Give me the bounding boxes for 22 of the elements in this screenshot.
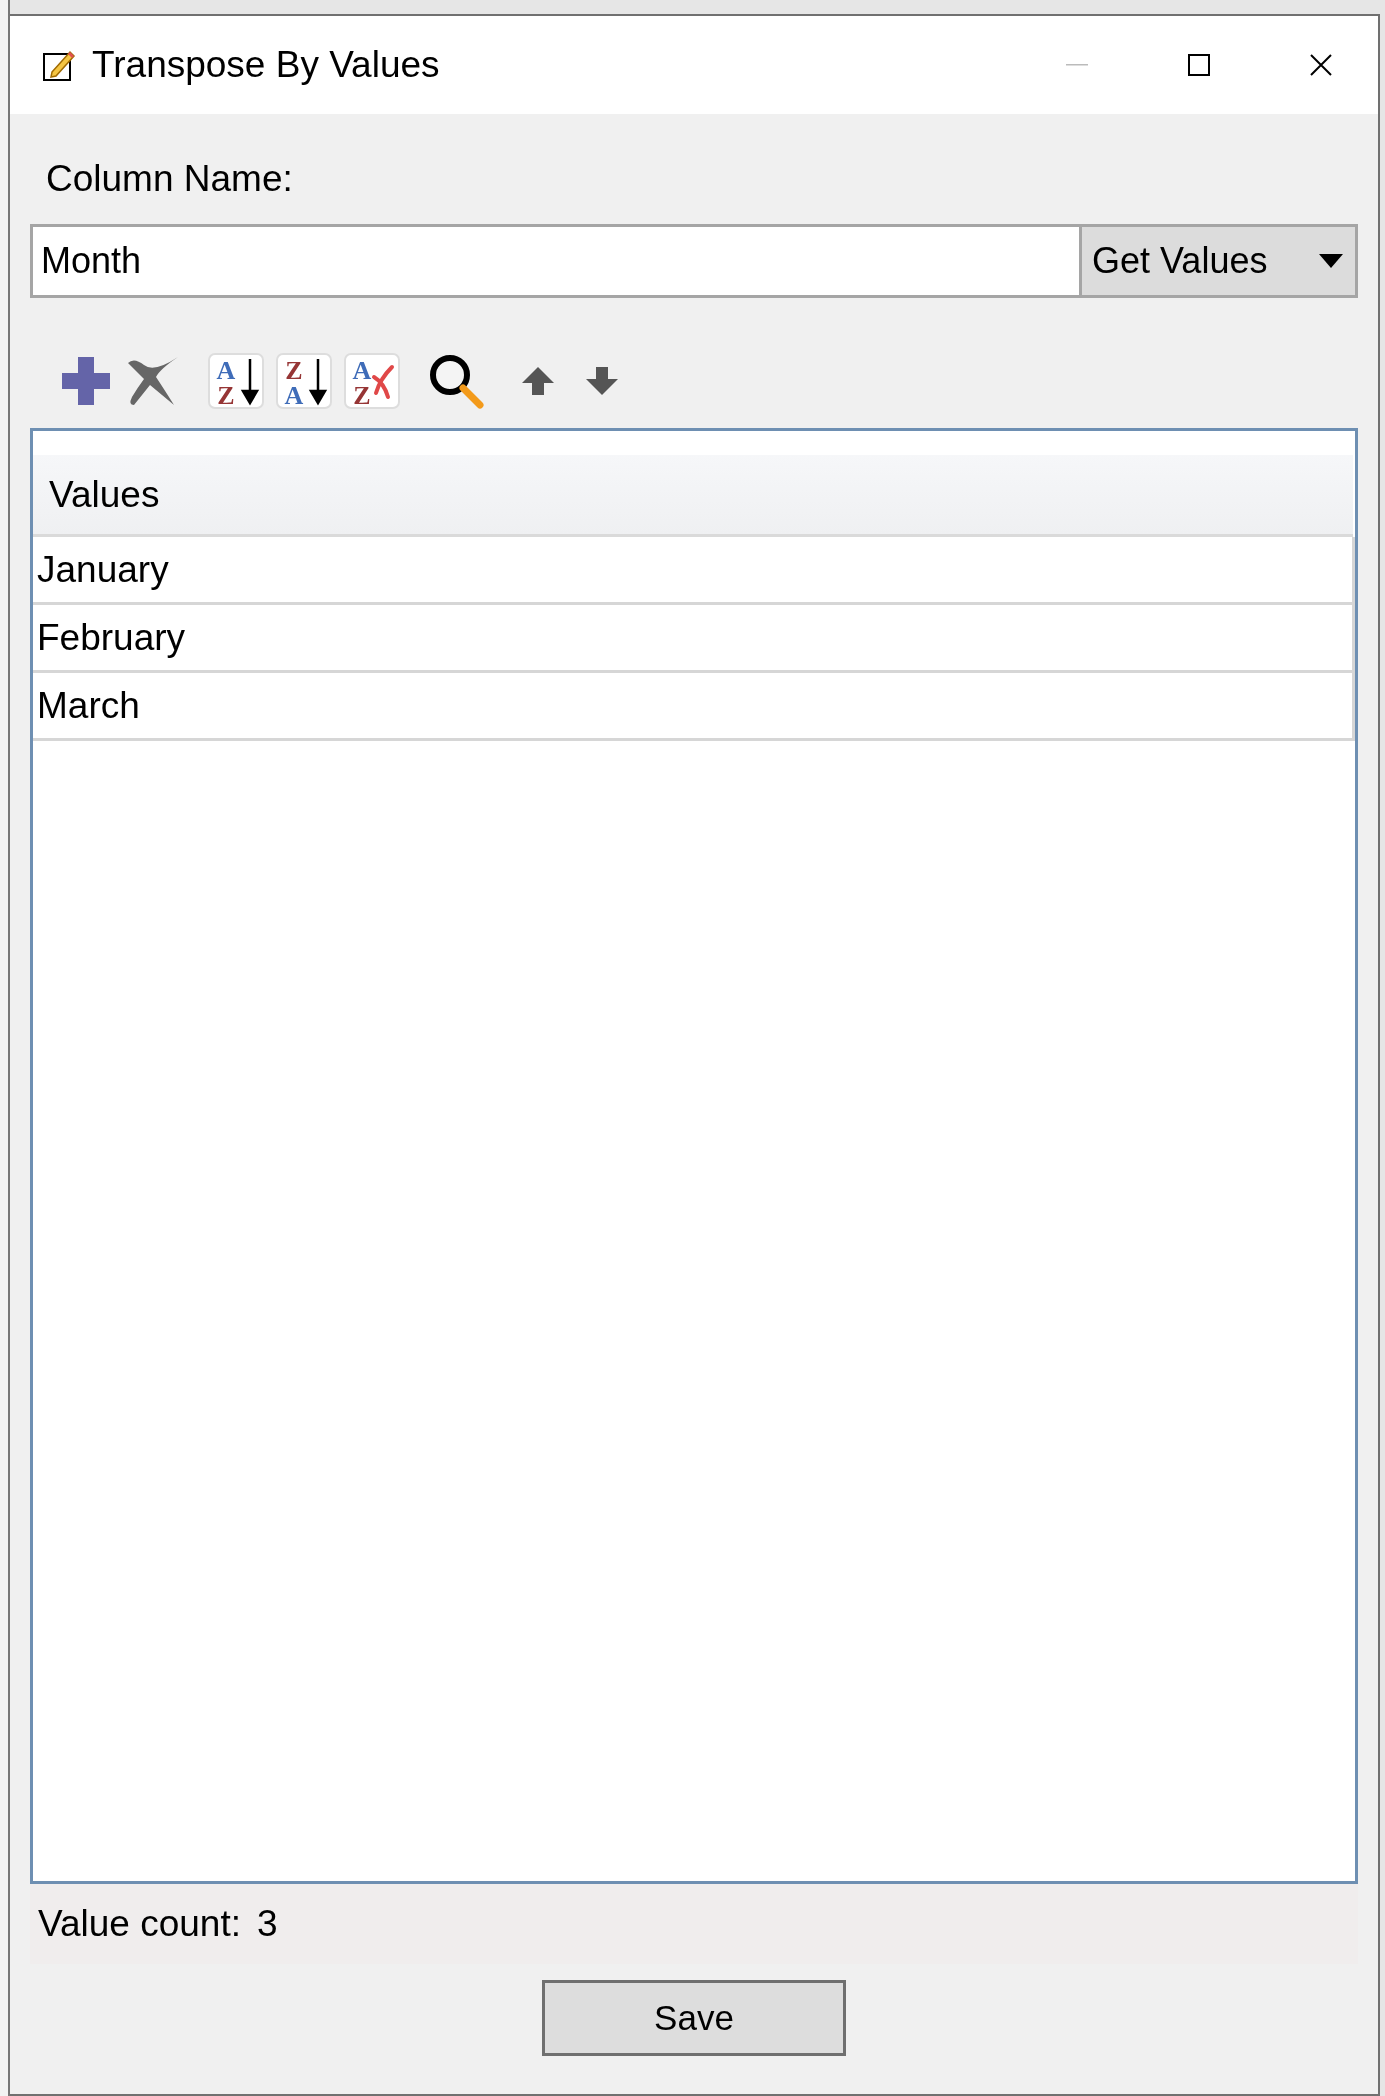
value-count-label: Value count: [38,1902,241,1947]
maximize-icon[interactable] [1188,54,1210,76]
search-icon[interactable] [428,353,484,409]
sort-descending-icon[interactable]: Z A [276,353,332,409]
sort-ascending-icon[interactable]: A Z [208,353,264,409]
save-button[interactable]: Save [542,1980,846,2056]
column-header[interactable]: Values [33,455,1353,537]
column-name-field[interactable]: Month [30,224,1082,298]
list-row[interactable]: March [33,673,1355,741]
list-row[interactable]: January [33,537,1355,605]
get-values-dropdown[interactable]: Get Values [1082,224,1358,298]
dropdown-arrow-icon [1319,254,1343,268]
down-arrow-icon[interactable] [584,365,620,397]
up-arrow-icon[interactable] [520,365,556,397]
close-icon[interactable] [1310,54,1332,76]
list-row[interactable]: February [33,605,1355,673]
column-name-label: Column Name: [46,157,294,201]
value-count: 3 [256,1902,278,1947]
window-title: Transpose By Values [92,43,440,88]
clear-sort-icon[interactable]: A Z [344,353,400,409]
edit-icon [42,48,76,82]
plus-icon[interactable] [60,355,112,407]
